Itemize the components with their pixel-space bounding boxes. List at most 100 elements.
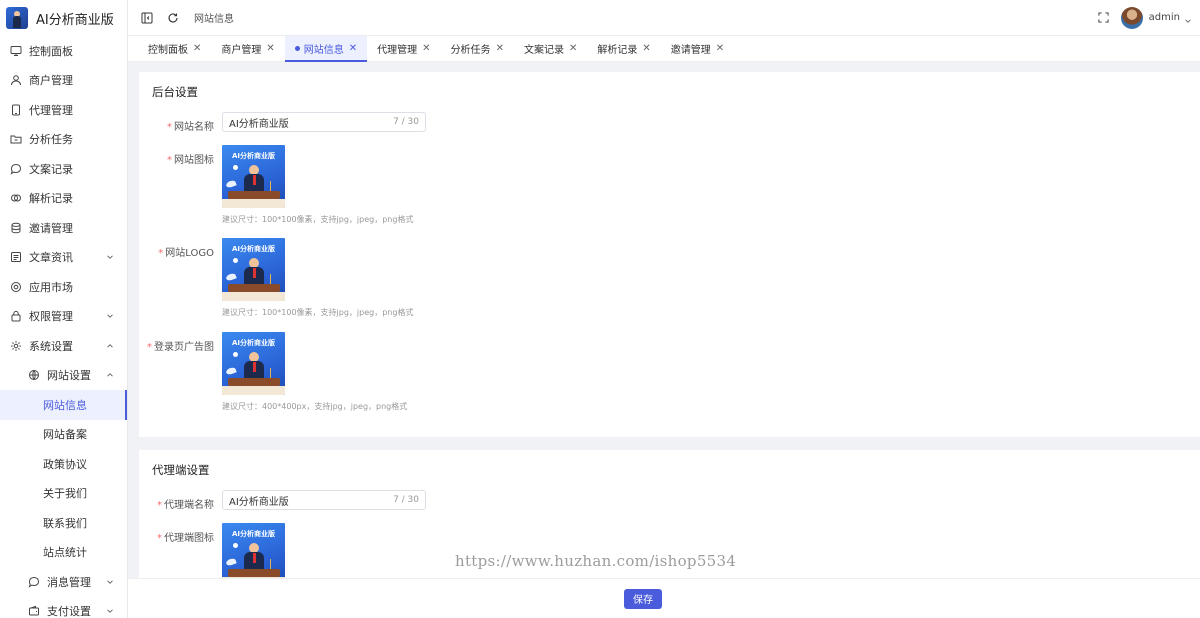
- refresh-icon[interactable]: [166, 11, 180, 25]
- base-graphic: [222, 199, 285, 208]
- sidebar-item-app-market[interactable]: 应用市场: [0, 272, 127, 302]
- figure-tie: [253, 268, 256, 278]
- sidebar-item-label: 解析记录: [29, 192, 73, 206]
- field-label: * 网站LOGO: [139, 238, 222, 318]
- tab-copy-records[interactable]: 文案记录 ✕: [514, 36, 587, 61]
- tab-parse-records[interactable]: 解析记录 ✕: [587, 36, 660, 61]
- lock-icon: [10, 310, 22, 322]
- tab-site-info[interactable]: 网站信息 ✕: [284, 36, 368, 62]
- desk-graphic: [228, 569, 280, 577]
- chevron-down-icon[interactable]: [1184, 14, 1192, 23]
- close-icon[interactable]: ✕: [422, 43, 430, 54]
- upload-field: AI分析商业版 建议尺寸：400*400px，支持jpg，jpeg，png格式: [222, 332, 407, 412]
- sidebar-item-label: 应用市场: [29, 280, 73, 294]
- avatar[interactable]: [1120, 6, 1143, 29]
- field-label: * 代理端名称: [139, 490, 222, 511]
- tab-agents[interactable]: 代理管理 ✕: [367, 36, 440, 61]
- required-mark: *: [147, 342, 152, 353]
- brand[interactable]: AI分析商业版: [0, 0, 127, 36]
- field-label-text: 网站LOGO: [165, 248, 214, 259]
- header-right: admin: [1085, 6, 1200, 29]
- close-icon[interactable]: ✕: [193, 43, 201, 54]
- close-icon[interactable]: ✕: [569, 43, 577, 54]
- wallet-icon: [28, 605, 40, 617]
- form-row-site-name: * 网站名称 AI分析商业版 7 / 30: [139, 112, 426, 133]
- close-icon[interactable]: ✕: [266, 43, 274, 54]
- base-graphic: [222, 386, 285, 395]
- sidebar-item-invites[interactable]: 邀请管理: [0, 213, 127, 243]
- sidebar-item-site-filing[interactable]: 网站备案: [0, 420, 127, 450]
- sidebar-item-label: 站点统计: [43, 546, 87, 560]
- sidebar-item-system-settings[interactable]: 系统设置: [0, 331, 127, 361]
- site-icon-upload[interactable]: AI分析商业版: [222, 145, 285, 208]
- sidebar-item-permissions[interactable]: 权限管理: [0, 302, 127, 332]
- username[interactable]: admin: [1149, 12, 1180, 23]
- desk-graphic: [228, 284, 280, 292]
- tab-dashboard[interactable]: 控制面板 ✕: [138, 36, 211, 61]
- agent-name-input[interactable]: AI分析商业版 7 / 30: [222, 490, 426, 510]
- figure-tie: [253, 553, 256, 563]
- close-icon[interactable]: ✕: [349, 43, 357, 54]
- sidebar-item-merchants[interactable]: 商户管理: [0, 66, 127, 96]
- active-dot-icon: [294, 46, 300, 51]
- required-mark: *: [157, 533, 162, 544]
- main-content[interactable]: 后台设置 * 网站名称 AI分析商业版 7 / 30 * 网站图标 AI分析商业版: [128, 62, 1200, 578]
- tab-invites[interactable]: 邀请管理 ✕: [661, 36, 734, 61]
- close-icon[interactable]: ✕: [496, 43, 504, 54]
- watermark: https://www.huzhan.com/ishop5534: [455, 552, 737, 570]
- sidebar-item-articles[interactable]: 文章资讯: [0, 243, 127, 273]
- required-mark: *: [167, 155, 172, 166]
- wing-graphic: [225, 179, 237, 189]
- sidebar-item-label: 网站备案: [43, 428, 87, 442]
- site-name-input[interactable]: AI分析商业版 7 / 30: [222, 112, 426, 132]
- sidebar-item-site-info[interactable]: 网站信息: [0, 390, 127, 420]
- upload-hint: 建议尺寸：100*100像素，支持jpg，jpeg，png格式: [222, 308, 414, 317]
- sidebar-item-copy-records[interactable]: 文案记录: [0, 154, 127, 184]
- sidebar-item-dashboard[interactable]: 控制面板: [0, 36, 127, 66]
- link-icon: [10, 192, 22, 204]
- thumb-title: AI分析商业版: [231, 530, 276, 538]
- input-value: AI分析商业版: [229, 118, 289, 130]
- close-icon[interactable]: ✕: [716, 43, 724, 54]
- tab-label: 网站信息: [303, 45, 344, 56]
- form-row-site-logo: * 网站LOGO AI分析商业版 建议尺寸：100*100像素，支持jpg，jpe…: [139, 238, 413, 318]
- sidebar-item-contact-us[interactable]: 联系我们: [0, 508, 127, 538]
- upload-field: AI分析商业版 建议尺寸：100*100像素，支持jpg，jpeg，png格式: [222, 145, 413, 225]
- site-logo-upload[interactable]: AI分析商业版: [222, 238, 285, 301]
- sidebar-item-site-settings[interactable]: 网站设置: [0, 361, 127, 391]
- sidebar-item-payment[interactable]: 支付设置: [0, 597, 127, 618]
- login-ad-upload[interactable]: AI分析商业版: [222, 332, 285, 395]
- wing-graphic: [225, 557, 237, 567]
- sidebar-item-label: 消息管理: [47, 575, 91, 589]
- tab-merchants[interactable]: 商户管理 ✕: [211, 36, 284, 61]
- sidebar-item-label: 关于我们: [43, 487, 87, 501]
- field-label: * 网站名称: [139, 112, 222, 133]
- sidebar-item-about-us[interactable]: 关于我们: [0, 479, 127, 509]
- close-icon[interactable]: ✕: [642, 43, 650, 54]
- sidebar-item-label: 网站信息: [43, 398, 87, 412]
- save-button[interactable]: 保存: [624, 588, 662, 609]
- chevron-down-icon: [105, 577, 115, 587]
- sidebar-item-analysis-tasks[interactable]: 分析任务: [0, 125, 127, 155]
- sidebar-item-agents[interactable]: 代理管理: [0, 95, 127, 125]
- moon-graphic: [233, 258, 238, 263]
- sidebar-item-parse-records[interactable]: 解析记录: [0, 184, 127, 214]
- form-row-agent-icon: * 代理端图标 AI分析商业版: [139, 523, 285, 578]
- sidebar-item-label: 文案记录: [29, 162, 73, 176]
- figure-tie: [253, 362, 256, 372]
- fullscreen-icon[interactable]: [1097, 11, 1111, 25]
- sidebar-item-policy[interactable]: 政策协议: [0, 449, 127, 479]
- footer-bar: 保存: [128, 578, 1200, 618]
- wing-graphic: [225, 272, 237, 282]
- moon-graphic: [233, 543, 238, 548]
- collapse-sidebar-icon[interactable]: [140, 11, 154, 25]
- sidebar-item-label: 文章资讯: [29, 251, 73, 265]
- field-label-text: 网站名称: [174, 122, 214, 133]
- sidebar-item-label: 邀请管理: [29, 221, 73, 235]
- agent-icon-upload[interactable]: AI分析商业版: [222, 523, 285, 578]
- moon-graphic: [233, 352, 238, 357]
- tab-analysis-tasks[interactable]: 分析任务 ✕: [441, 36, 514, 61]
- sidebar-item-messages[interactable]: 消息管理: [0, 567, 127, 597]
- sidebar-item-site-stats[interactable]: 站点统计: [0, 538, 127, 568]
- gear-icon: [10, 340, 22, 352]
